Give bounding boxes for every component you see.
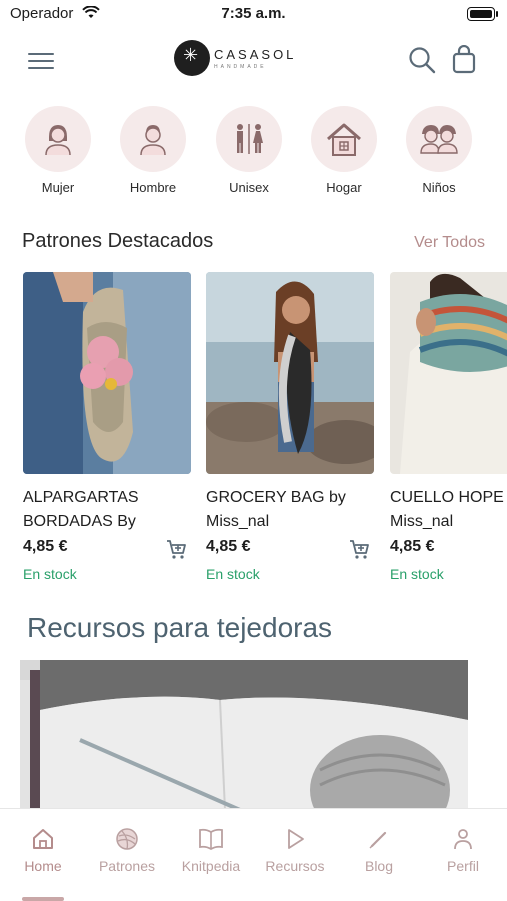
menu-icon[interactable] xyxy=(28,53,54,69)
category-icon-circle xyxy=(216,106,282,172)
tab-label: Home xyxy=(24,858,62,874)
category-label: Unisex xyxy=(229,180,269,195)
app-header: CASASOL HANDMADE xyxy=(0,36,507,86)
logo-subtext: HANDMADE xyxy=(214,63,267,70)
tab-home[interactable]: Home xyxy=(1,827,85,874)
shopping-bag-icon[interactable] xyxy=(449,45,479,75)
category-label: Hogar xyxy=(326,180,362,195)
kids-icon xyxy=(420,125,458,154)
product-name: CUELLO HOPE Miss_nal xyxy=(390,489,504,530)
price-row: 4,85 € xyxy=(23,538,191,564)
category-label: Niños xyxy=(422,180,456,195)
category-icon-circle xyxy=(311,106,377,172)
stock-status: En stock xyxy=(390,566,444,582)
product-price: 4,85 € xyxy=(390,538,435,555)
product-image[interactable] xyxy=(390,272,507,474)
see-all-link[interactable]: Ver Todos xyxy=(414,234,485,252)
category-label: Mujer xyxy=(41,180,75,195)
logo-text: CASASOL xyxy=(214,46,297,62)
product-price: 4,85 € xyxy=(206,538,251,555)
category-hombre[interactable]: Hombre xyxy=(113,106,193,195)
status-bar: Operador 7:35 a.m. xyxy=(0,0,507,28)
category-icon-circle xyxy=(25,106,91,172)
product-name: GROCERY BAG by Miss_nal xyxy=(206,489,346,530)
book-icon xyxy=(199,828,223,851)
yarn-ball-icon xyxy=(116,828,138,850)
stock-status: En stock xyxy=(23,566,77,582)
tab-label: Perfil xyxy=(447,858,479,874)
price-row: 4,85 € xyxy=(206,538,374,564)
category-unisex[interactable]: Unisex xyxy=(209,106,289,195)
featured-section-header: Patrones Destacados Ver Todos xyxy=(22,230,485,258)
tab-label: Blog xyxy=(364,858,394,874)
add-to-cart-icon[interactable] xyxy=(348,538,370,560)
brand-logo[interactable]: CASASOL HANDMADE xyxy=(174,40,296,76)
add-to-cart-icon[interactable] xyxy=(165,538,187,560)
house-icon xyxy=(33,829,53,849)
category-hogar[interactable]: Hogar xyxy=(304,106,384,195)
person-icon xyxy=(454,829,472,850)
man-icon xyxy=(140,125,166,156)
tab-label: Recursos xyxy=(265,858,325,874)
tab-blog[interactable]: Blog xyxy=(337,827,421,874)
category-icon-circle xyxy=(406,106,472,172)
product-card[interactable]: ALPARGARTAS BORDADAS By 4,85 € En stock xyxy=(23,272,191,582)
active-tab-indicator xyxy=(22,897,64,901)
stock-status: En stock xyxy=(206,566,260,582)
woman-icon xyxy=(45,125,71,156)
product-price: 4,85 € xyxy=(23,538,68,555)
resources-title: Recursos para tejedoras xyxy=(27,612,333,643)
home-icon xyxy=(327,123,361,156)
unisex-icon xyxy=(237,124,263,154)
tab-label: Patrones xyxy=(98,858,156,874)
product-card[interactable]: GROCERY BAG by Miss_nal 4,85 € En stock xyxy=(206,272,374,582)
product-name: ALPARGARTAS BORDADAS By xyxy=(23,489,139,530)
tab-perfil[interactable]: Perfil xyxy=(421,827,505,874)
price-row: 4,85 € xyxy=(390,538,507,564)
battery-icon xyxy=(467,7,498,21)
clock: 7:35 a.m. xyxy=(221,5,286,22)
product-card[interactable]: CUELLO HOPE Miss_nal 4,85 € En stock xyxy=(390,272,507,582)
tab-recursos[interactable]: Recursos xyxy=(253,827,337,874)
tab-patrones[interactable]: Patrones xyxy=(85,827,169,874)
category-row: Mujer Hombre Unisex Hogar Niños xyxy=(0,106,507,201)
play-icon xyxy=(288,829,304,849)
product-image[interactable] xyxy=(23,272,191,474)
pencil-icon xyxy=(369,831,387,849)
search-icon[interactable] xyxy=(407,45,437,75)
section-title: Patrones Destacados xyxy=(22,230,214,252)
resources-banner[interactable] xyxy=(20,660,468,810)
category-label: Hombre xyxy=(129,180,177,195)
tab-label: Knitpedia xyxy=(181,858,241,874)
category-mujer[interactable]: Mujer xyxy=(18,106,98,195)
bottom-tab-bar: Home Patrones Knitpedia Recursos Blog Pe… xyxy=(0,808,507,901)
product-carousel[interactable]: ALPARGARTAS BORDADAS By 4,85 € En stock xyxy=(23,272,507,592)
product-image[interactable] xyxy=(206,272,374,474)
category-icon-circle xyxy=(120,106,186,172)
category-ninos[interactable]: Niños xyxy=(399,106,479,195)
tab-knitpedia[interactable]: Knitpedia xyxy=(169,827,253,874)
logo-mark-icon xyxy=(174,40,210,76)
